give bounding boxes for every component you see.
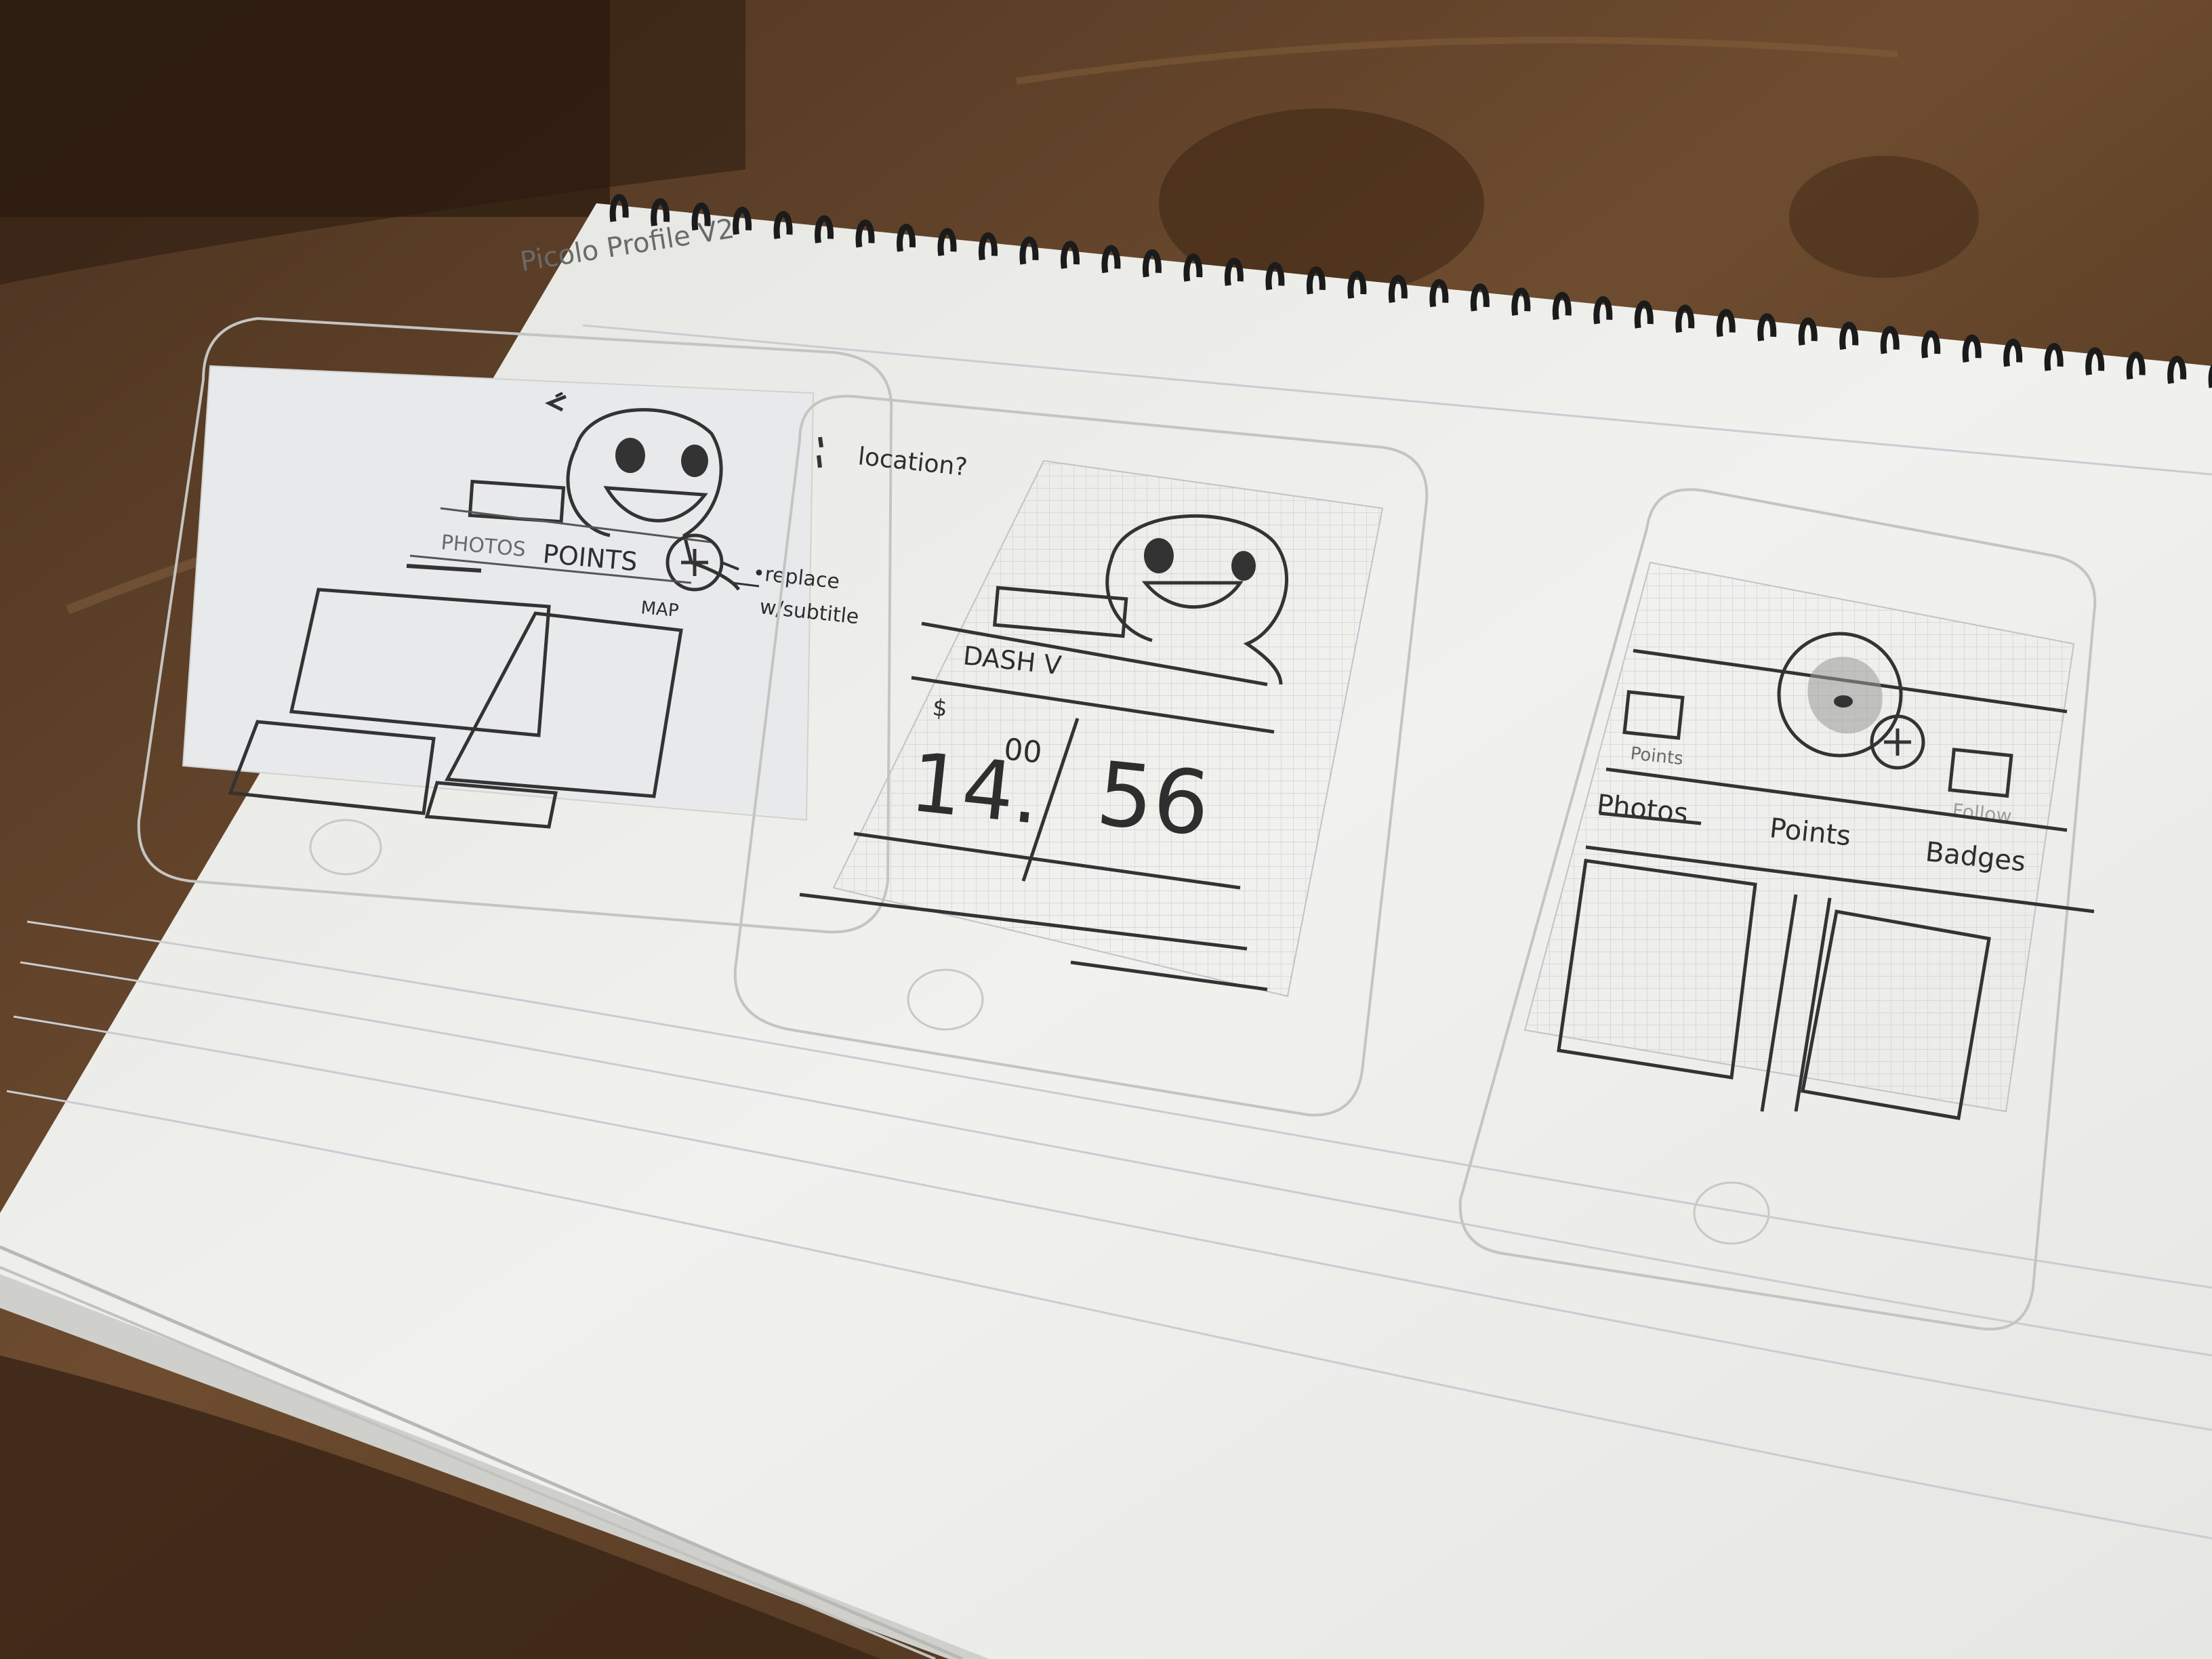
scene: Picolo Profile V2 location? PHOTOS POINT…: [0, 0, 2212, 1659]
tab-map-1: MAP: [640, 598, 679, 621]
amount-cents: 00: [1002, 732, 1044, 771]
count-value: 56: [1092, 742, 1214, 856]
currency-symbol: $: [931, 694, 949, 722]
phone1-screen: [182, 365, 815, 821]
